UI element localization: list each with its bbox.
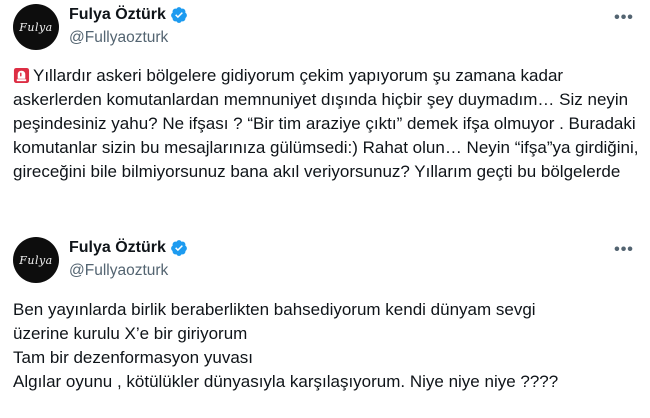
- author-name-row[interactable]: Fulya Öztürk: [69, 238, 188, 258]
- rotating-light-icon: [13, 67, 30, 84]
- avatar[interactable]: Fulya: [13, 4, 59, 50]
- author-handle[interactable]: @Fullyaozturk: [69, 28, 168, 48]
- verified-badge-icon: [171, 7, 187, 23]
- author-display-name[interactable]: Fulya Öztürk: [69, 5, 166, 25]
- more-options-icon[interactable]: •••: [612, 8, 636, 28]
- tweet-text-content: Yıllardır askeri bölgelere gidiyorum çek…: [13, 66, 639, 181]
- tweet-text-1: Yıllardır askeri bölgelere gidiyorum çek…: [13, 64, 643, 184]
- avatar[interactable]: Fulya: [13, 237, 59, 283]
- author-name-row[interactable]: Fulya Öztürk: [69, 5, 188, 25]
- author-handle[interactable]: @Fullyaozturk: [69, 261, 168, 281]
- verified-badge-icon: [171, 240, 187, 256]
- avatar-logo-text: Fulya: [19, 20, 53, 34]
- more-options-icon[interactable]: •••: [612, 240, 636, 260]
- author-display-name[interactable]: Fulya Öztürk: [69, 238, 166, 258]
- avatar-logo-text: Fulya: [19, 253, 53, 267]
- tweet-1[interactable]: Fulya Fulya Öztürk @Fullyaozturk ••• Yıl…: [0, 0, 650, 230]
- tweet-text-2: Ben yayınlarda birlik beraberlikten bahs…: [13, 300, 559, 391]
